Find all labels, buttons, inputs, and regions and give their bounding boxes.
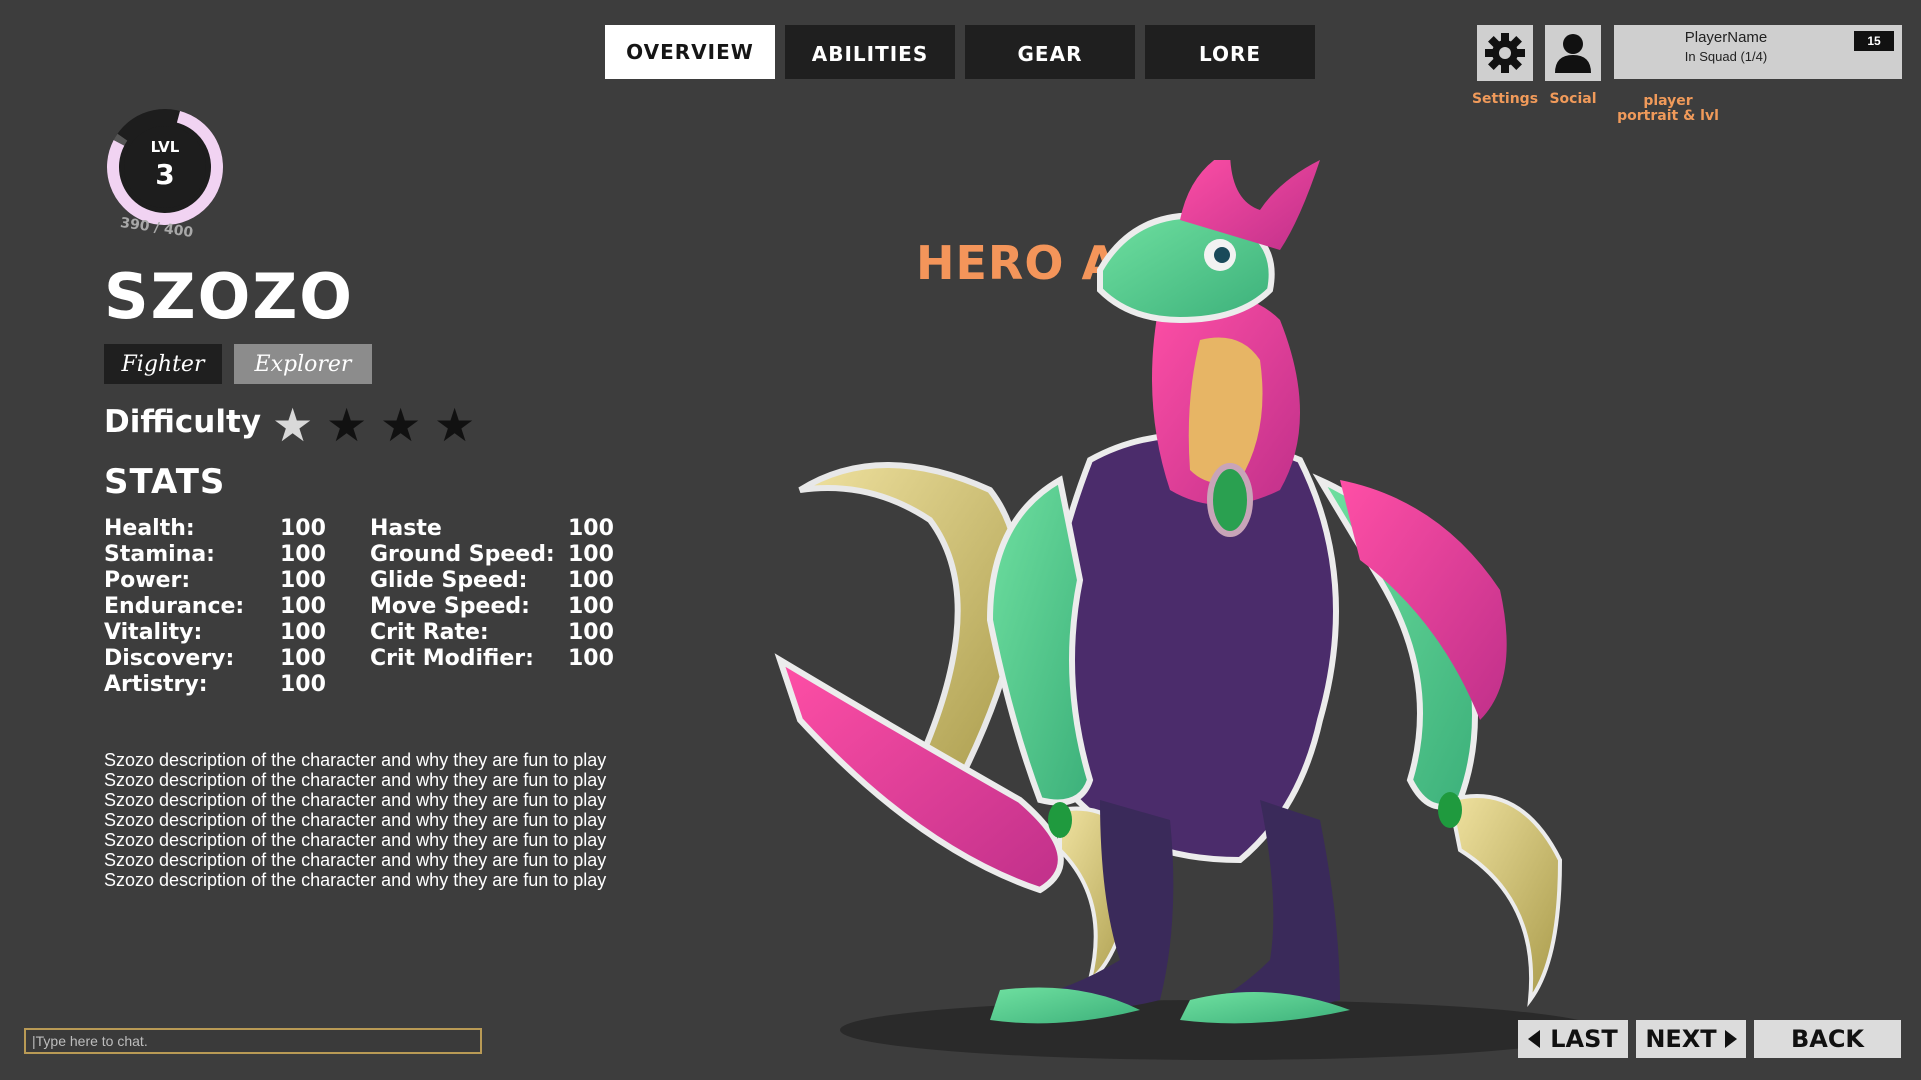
stat-value: 100 <box>568 646 614 671</box>
stat-value: 100 <box>568 516 614 541</box>
arrow-right-icon <box>1724 1030 1737 1048</box>
role-tag-explorer: Explorer <box>234 344 372 384</box>
person-icon <box>1555 34 1591 73</box>
stat-name: Vitality: <box>104 620 203 645</box>
difficulty-label: Difficulty <box>104 404 262 440</box>
chat-input[interactable] <box>24 1028 482 1054</box>
portrait-label: player portrait & lvl <box>1600 94 1736 124</box>
stat-name: Power: <box>104 568 191 593</box>
hero-name: SZOZO <box>104 260 354 333</box>
hero-art <box>774 160 1600 1060</box>
stat-name: Ground Speed: <box>370 542 555 567</box>
stat-value: 100 <box>280 646 326 671</box>
stat-value: 100 <box>280 516 326 541</box>
player-status: In Squad (1/4) <box>1684 49 1768 64</box>
arrow-left-icon <box>1528 1030 1541 1048</box>
difficulty-star-icon: ★ <box>434 398 476 452</box>
stat-value: 100 <box>280 568 326 593</box>
player-name: PlayerName <box>1684 29 1768 46</box>
difficulty-star-icon: ★ <box>380 398 422 452</box>
stat-name: Health: <box>104 516 195 541</box>
stat-value: 100 <box>280 672 326 697</box>
stat-value: 100 <box>568 594 614 619</box>
stat-name: Discovery: <box>104 646 235 671</box>
stat-name: Artistry: <box>104 672 208 697</box>
tab-gear[interactable]: GEAR <box>965 25 1135 79</box>
settings-button[interactable] <box>1477 25 1533 81</box>
tab-abilities[interactable]: ABILITIES <box>785 25 955 79</box>
next-button[interactable]: NEXT <box>1636 1020 1746 1058</box>
level-value: 3 <box>155 158 175 191</box>
stat-value: 100 <box>568 542 614 567</box>
stat-name: Glide Speed: <box>370 568 528 593</box>
back-button[interactable]: BACK <box>1754 1020 1901 1058</box>
tab-overview[interactable]: OVERVIEW <box>605 25 775 79</box>
tab-lore[interactable]: LORE <box>1145 25 1315 79</box>
social-button[interactable] <box>1545 25 1601 81</box>
stat-name: Endurance: <box>104 594 245 619</box>
stat-name: Stamina: <box>104 542 215 567</box>
stat-name: Crit Rate: <box>370 620 489 645</box>
hero-description: Szozo description of the character and w… <box>104 750 607 890</box>
portrait-label-line-1: player <box>1643 93 1693 109</box>
player-level-badge: 15 <box>1854 31 1894 51</box>
stat-name: Haste <box>370 516 442 541</box>
stat-value: 100 <box>280 542 326 567</box>
stat-value: 100 <box>280 620 326 645</box>
last-label: LAST <box>1550 1025 1618 1053</box>
stat-value: 100 <box>568 568 614 593</box>
stat-value: 100 <box>568 620 614 645</box>
stat-name: Move Speed: <box>370 594 530 619</box>
last-button[interactable]: LAST <box>1518 1020 1628 1058</box>
gear-icon <box>1485 33 1525 73</box>
level-label: LVL <box>150 138 180 156</box>
stat-name: Crit Modifier: <box>370 646 534 671</box>
stat-value: 100 <box>280 594 326 619</box>
difficulty-star-icon: ★ <box>272 398 314 452</box>
difficulty-star-icon: ★ <box>326 398 368 452</box>
role-tag-fighter: Fighter <box>104 344 222 384</box>
next-label: NEXT <box>1645 1025 1717 1053</box>
portrait-label-line-2: portrait & lvl <box>1617 108 1719 124</box>
stats-title: STATS <box>104 462 226 502</box>
player-card[interactable]: PlayerName In Squad (1/4) 15 <box>1614 25 1902 79</box>
